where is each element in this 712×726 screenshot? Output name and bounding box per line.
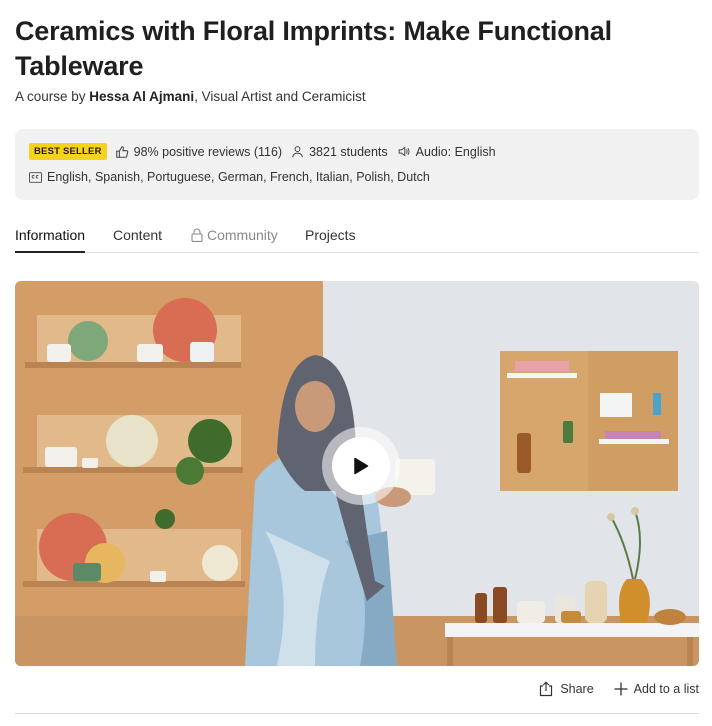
play-icon	[354, 457, 369, 475]
course-title: Ceramics with Floral Imprints: Make Func…	[15, 16, 612, 81]
play-button-core	[332, 437, 390, 495]
students-stat: 3821 students	[291, 145, 388, 159]
byline-prefix: A course by	[15, 89, 90, 104]
audio-stat: Audio: English	[397, 145, 496, 159]
divider	[15, 713, 699, 714]
stats-row: BEST SELLER 98% positive reviews (116) 3…	[29, 143, 505, 160]
course-tabs: Information Content Community Projects	[15, 222, 699, 253]
thumbs-up-icon	[115, 145, 128, 158]
subtitles-stat: English, Spanish, Portuguese, German, Fr…	[29, 170, 430, 184]
course-stats-box: BEST SELLER 98% positive reviews (116) 3…	[15, 129, 699, 200]
user-icon	[292, 146, 303, 158]
reviews-stat: 98% positive reviews (116)	[115, 145, 282, 159]
share-button[interactable]: Share	[538, 681, 594, 697]
tab-information[interactable]: Information	[15, 227, 86, 253]
speaker-icon	[398, 146, 410, 157]
reviews-text: 98% positive reviews (116)	[133, 144, 283, 159]
tab-community-label: Community	[207, 227, 278, 243]
course-page: Ceramics with Floral Imprints: Make Func…	[0, 0, 712, 726]
students-text: 3821 students	[309, 144, 388, 159]
add-to-list-label: Add to a list	[633, 682, 699, 696]
cc-icon	[29, 171, 42, 183]
tab-projects[interactable]: Projects	[305, 227, 356, 243]
author-role: , Visual Artist and Ceramicist	[194, 89, 366, 104]
audio-text: Audio: English	[415, 144, 496, 159]
add-to-list-button[interactable]: Add to a list	[614, 682, 699, 696]
share-icon	[540, 681, 553, 697]
play-button[interactable]	[322, 427, 400, 505]
author-name[interactable]: Hessa Al Ajmani	[89, 89, 194, 104]
course-byline: A course by Hessa Al Ajmani, Visual Arti…	[15, 89, 366, 104]
course-actions: Share Add to a list	[518, 681, 699, 697]
lock-icon	[191, 228, 203, 242]
best-seller-badge: BEST SELLER	[29, 143, 107, 160]
share-label: Share	[560, 682, 594, 696]
plus-icon	[614, 682, 628, 696]
subtitles-row: English, Spanish, Portuguese, German, Fr…	[29, 170, 439, 184]
tab-community[interactable]: Community	[191, 227, 278, 243]
course-trailer-video[interactable]	[15, 281, 699, 666]
tab-content[interactable]: Content	[113, 227, 162, 243]
subtitles-text: English, Spanish, Portuguese, German, Fr…	[47, 170, 430, 184]
